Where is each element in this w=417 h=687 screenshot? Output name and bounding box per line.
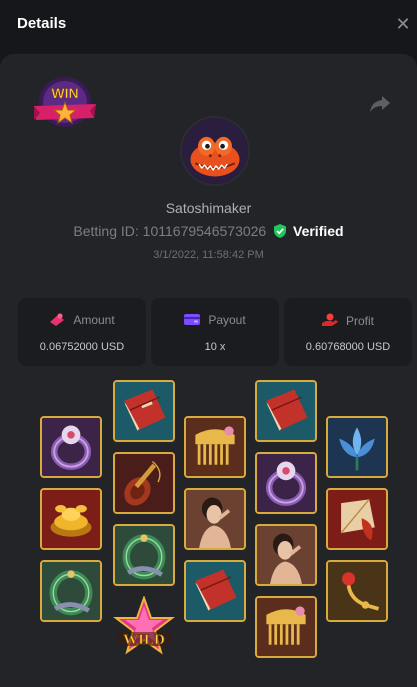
symbol-lotus <box>326 416 388 478</box>
profit-card: Profit 0.60768000 USD <box>284 298 412 366</box>
win-badge-text: WIN <box>51 85 78 101</box>
symbol-book <box>113 380 175 442</box>
payout-card: Payout 10 x <box>151 298 279 366</box>
betting-id-value: 1011679546573026 <box>142 223 267 239</box>
betting-id-row: Betting ID: 1011679546573026 Verified <box>0 223 417 239</box>
username: Satoshimaker <box>165 200 252 216</box>
verified-label: Verified <box>293 223 344 239</box>
symbol-ring <box>255 452 317 514</box>
share-icon[interactable] <box>369 92 391 114</box>
coins-icon <box>50 313 65 326</box>
hand-coin-icon <box>321 313 338 326</box>
avatar <box>180 116 250 186</box>
symbol-book <box>255 380 317 442</box>
amount-card: Amount 0.06752000 USD <box>18 298 146 366</box>
wild-text: WILD <box>123 632 165 648</box>
payout-label: Payout <box>208 313 246 327</box>
crocodile-avatar-icon <box>182 118 248 184</box>
details-header: Details ✕ <box>0 0 417 52</box>
verified-shield-icon <box>274 224 287 238</box>
symbol-pipa <box>113 452 175 514</box>
symbol-lady <box>255 524 317 586</box>
symbol-jade-ring <box>113 524 175 586</box>
symbol-comb <box>184 416 246 478</box>
profit-value: 0.60768000 USD <box>305 341 391 353</box>
symbol-gold-ingot <box>40 488 102 550</box>
wallet-icon <box>184 314 201 325</box>
profit-label: Profit <box>345 314 374 328</box>
symbol-hairpin <box>326 560 388 622</box>
payout-value: 10 x <box>204 341 226 353</box>
bet-timestamp: 3/1/2022, 11:58:42 PM <box>153 249 264 261</box>
bet-details-panel: WIN Satoshimaker Betting ID: 10116795465… <box>0 54 417 687</box>
symbol-lady <box>184 488 246 550</box>
symbol-ring <box>40 416 102 478</box>
wild-symbol-icon: WILD <box>113 596 175 655</box>
amount-label: Amount <box>73 313 115 327</box>
win-badge-icon: WIN <box>34 77 96 127</box>
betting-id-label: Betting ID: <box>73 223 139 239</box>
symbol-book <box>184 560 246 622</box>
symbol-fan <box>326 488 388 550</box>
page-title: Details <box>17 15 67 32</box>
symbol-comb <box>255 596 317 658</box>
close-icon[interactable]: ✕ <box>393 14 413 34</box>
symbol-jade-ring <box>40 560 102 622</box>
amount-value: 0.06752000 USD <box>39 341 125 353</box>
